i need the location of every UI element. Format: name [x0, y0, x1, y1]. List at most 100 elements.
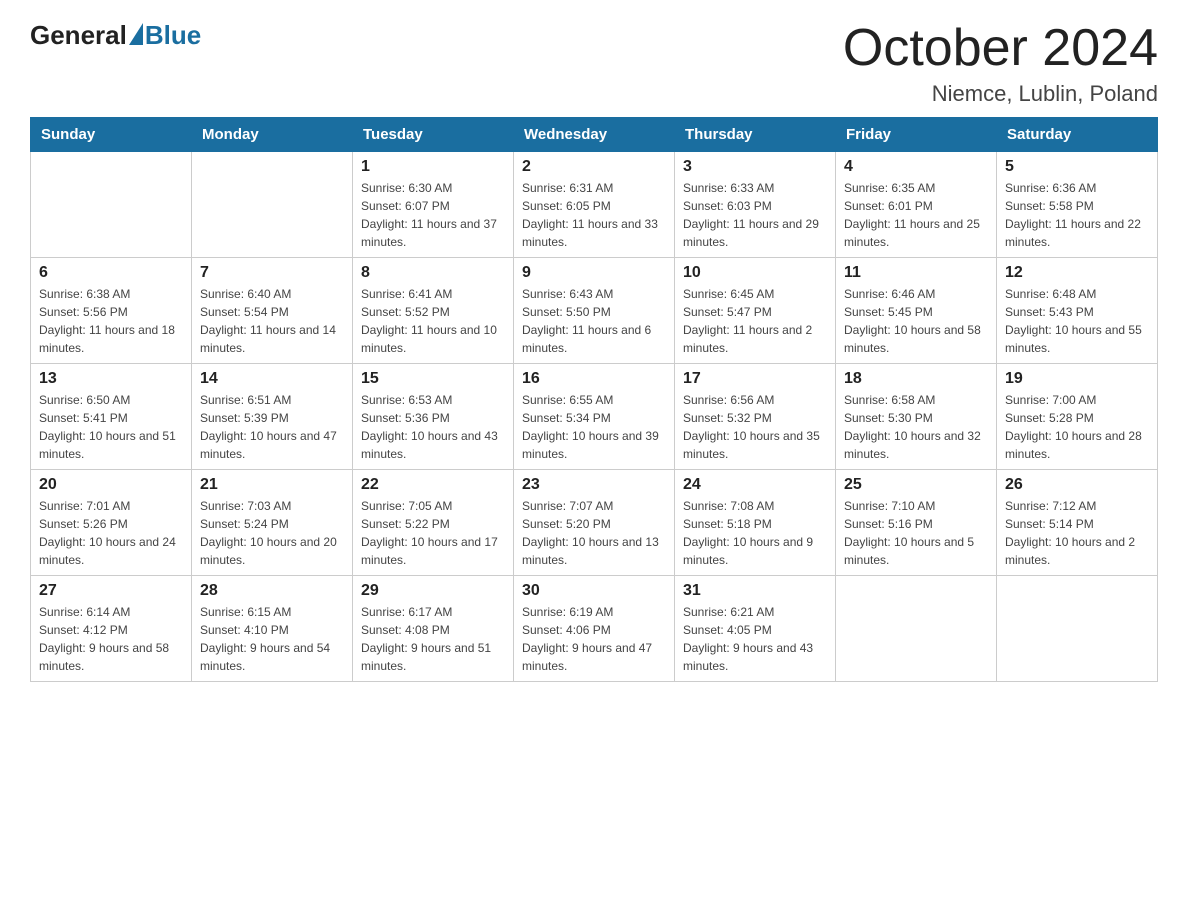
- logo-blue-text: Blue: [145, 20, 201, 51]
- calendar-cell: 2 Sunrise: 6:31 AMSunset: 6:05 PMDaylight…: [514, 152, 675, 258]
- title-area: October 2024 Niemce, Lublin, Poland: [843, 20, 1158, 107]
- day-number: 24: [683, 476, 827, 494]
- day-info: Sunrise: 7:12 AMSunset: 5:14 PMDaylight:…: [1005, 497, 1149, 569]
- day-number: 26: [1005, 476, 1149, 494]
- weekday-header-thursday: Thursday: [675, 118, 836, 152]
- day-info: Sunrise: 6:19 AMSunset: 4:06 PMDaylight:…: [522, 603, 666, 675]
- day-info: Sunrise: 6:40 AMSunset: 5:54 PMDaylight:…: [200, 285, 344, 357]
- logo-triangle-icon: [129, 23, 143, 45]
- day-number: 13: [39, 370, 183, 388]
- day-info: Sunrise: 7:03 AMSunset: 5:24 PMDaylight:…: [200, 497, 344, 569]
- calendar-table: SundayMondayTuesdayWednesdayThursdayFrid…: [30, 117, 1158, 682]
- calendar-cell: 11 Sunrise: 6:46 AMSunset: 5:45 PMDayligh…: [836, 258, 997, 364]
- day-info: Sunrise: 6:56 AMSunset: 5:32 PMDaylight:…: [683, 391, 827, 463]
- day-info: Sunrise: 6:53 AMSunset: 5:36 PMDaylight:…: [361, 391, 505, 463]
- calendar-cell: 3 Sunrise: 6:33 AMSunset: 6:03 PMDaylight…: [675, 152, 836, 258]
- day-info: Sunrise: 6:55 AMSunset: 5:34 PMDaylight:…: [522, 391, 666, 463]
- location-title: Niemce, Lublin, Poland: [843, 81, 1158, 107]
- page-header: General Blue October 2024 Niemce, Lublin…: [30, 20, 1158, 107]
- calendar-cell: 10Sunrise: 6:45 AMSunset: 5:47 PMDayligh…: [675, 258, 836, 364]
- day-info: Sunrise: 6:33 AMSunset: 6:03 PMDaylight:…: [683, 179, 827, 251]
- calendar-cell: 13 Sunrise: 6:50 AMSunset: 5:41 PMDayligh…: [31, 364, 192, 470]
- day-number: 8: [361, 264, 505, 282]
- logo-general-text: General: [30, 20, 127, 51]
- calendar-cell: 1Sunrise: 6:30 AMSunset: 6:07 PMDaylight…: [353, 152, 514, 258]
- weekday-header-row: SundayMondayTuesdayWednesdayThursdayFrid…: [31, 118, 1158, 152]
- day-number: 15: [361, 370, 505, 388]
- day-info: Sunrise: 6:43 AMSunset: 5:50 PMDaylight:…: [522, 285, 666, 357]
- calendar-cell: 7 Sunrise: 6:40 AMSunset: 5:54 PMDaylight…: [192, 258, 353, 364]
- calendar-cell: 28Sunrise: 6:15 AMSunset: 4:10 PMDayligh…: [192, 576, 353, 682]
- calendar-cell: [836, 576, 997, 682]
- calendar-cell: 19 Sunrise: 7:00 AMSunset: 5:28 PMDayligh…: [997, 364, 1158, 470]
- day-info: Sunrise: 6:15 AMSunset: 4:10 PMDaylight:…: [200, 603, 344, 675]
- day-number: 4: [844, 158, 988, 176]
- day-number: 18: [844, 370, 988, 388]
- day-info: Sunrise: 6:30 AMSunset: 6:07 PMDaylight:…: [361, 179, 505, 251]
- day-info: Sunrise: 6:50 AMSunset: 5:41 PMDaylight:…: [39, 391, 183, 463]
- calendar-cell: 6Sunrise: 6:38 AMSunset: 5:56 PMDaylight…: [31, 258, 192, 364]
- calendar-cell: 29 Sunrise: 6:17 AMSunset: 4:08 PMDayligh…: [353, 576, 514, 682]
- day-number: 20: [39, 476, 183, 494]
- day-number: 5: [1005, 158, 1149, 176]
- day-info: Sunrise: 6:58 AMSunset: 5:30 PMDaylight:…: [844, 391, 988, 463]
- day-number: 19: [1005, 370, 1149, 388]
- weekday-header-friday: Friday: [836, 118, 997, 152]
- day-info: Sunrise: 6:38 AMSunset: 5:56 PMDaylight:…: [39, 285, 183, 357]
- calendar-cell: 25Sunrise: 7:10 AMSunset: 5:16 PMDayligh…: [836, 470, 997, 576]
- calendar-cell: 30 Sunrise: 6:19 AMSunset: 4:06 PMDayligh…: [514, 576, 675, 682]
- day-number: 14: [200, 370, 344, 388]
- calendar-cell: 12Sunrise: 6:48 AMSunset: 5:43 PMDayligh…: [997, 258, 1158, 364]
- day-number: 21: [200, 476, 344, 494]
- calendar-cell: 21 Sunrise: 7:03 AMSunset: 5:24 PMDayligh…: [192, 470, 353, 576]
- calendar-cell: 22 Sunrise: 7:05 AMSunset: 5:22 PMDayligh…: [353, 470, 514, 576]
- day-info: Sunrise: 6:51 AMSunset: 5:39 PMDaylight:…: [200, 391, 344, 463]
- day-info: Sunrise: 7:08 AMSunset: 5:18 PMDaylight:…: [683, 497, 827, 569]
- day-number: 11: [844, 264, 988, 282]
- day-info: Sunrise: 6:41 AMSunset: 5:52 PMDaylight:…: [361, 285, 505, 357]
- weekday-header-saturday: Saturday: [997, 118, 1158, 152]
- day-number: 23: [522, 476, 666, 494]
- calendar-cell: [31, 152, 192, 258]
- calendar-cell: 23Sunrise: 7:07 AMSunset: 5:20 PMDayligh…: [514, 470, 675, 576]
- calendar-cell: 4 Sunrise: 6:35 AMSunset: 6:01 PMDaylight…: [836, 152, 997, 258]
- day-info: Sunrise: 6:17 AMSunset: 4:08 PMDaylight:…: [361, 603, 505, 675]
- day-number: 30: [522, 582, 666, 600]
- day-info: Sunrise: 6:35 AMSunset: 6:01 PMDaylight:…: [844, 179, 988, 251]
- logo: General Blue: [30, 20, 201, 51]
- calendar-cell: 26 Sunrise: 7:12 AMSunset: 5:14 PMDayligh…: [997, 470, 1158, 576]
- day-number: 27: [39, 582, 183, 600]
- day-info: Sunrise: 7:00 AMSunset: 5:28 PMDaylight:…: [1005, 391, 1149, 463]
- day-info: Sunrise: 6:14 AMSunset: 4:12 PMDaylight:…: [39, 603, 183, 675]
- day-info: Sunrise: 6:48 AMSunset: 5:43 PMDaylight:…: [1005, 285, 1149, 357]
- day-number: 7: [200, 264, 344, 282]
- day-number: 25: [844, 476, 988, 494]
- day-number: 29: [361, 582, 505, 600]
- day-number: 2: [522, 158, 666, 176]
- day-number: 16: [522, 370, 666, 388]
- calendar-cell: 16 Sunrise: 6:55 AMSunset: 5:34 PMDayligh…: [514, 364, 675, 470]
- calendar-cell: 9 Sunrise: 6:43 AMSunset: 5:50 PMDaylight…: [514, 258, 675, 364]
- calendar-cell: 31Sunrise: 6:21 AMSunset: 4:05 PMDayligh…: [675, 576, 836, 682]
- calendar-cell: 27 Sunrise: 6:14 AMSunset: 4:12 PMDayligh…: [31, 576, 192, 682]
- calendar-cell: [997, 576, 1158, 682]
- day-number: 22: [361, 476, 505, 494]
- day-number: 9: [522, 264, 666, 282]
- calendar-week-5: 27 Sunrise: 6:14 AMSunset: 4:12 PMDayligh…: [31, 576, 1158, 682]
- weekday-header-sunday: Sunday: [31, 118, 192, 152]
- day-info: Sunrise: 6:45 AMSunset: 5:47 PMDaylight:…: [683, 285, 827, 357]
- day-info: Sunrise: 6:46 AMSunset: 5:45 PMDaylight:…: [844, 285, 988, 357]
- day-number: 3: [683, 158, 827, 176]
- day-info: Sunrise: 6:36 AMSunset: 5:58 PMDaylight:…: [1005, 179, 1149, 251]
- weekday-header-tuesday: Tuesday: [353, 118, 514, 152]
- calendar-week-3: 13 Sunrise: 6:50 AMSunset: 5:41 PMDayligh…: [31, 364, 1158, 470]
- calendar-cell: 5 Sunrise: 6:36 AMSunset: 5:58 PMDaylight…: [997, 152, 1158, 258]
- calendar-cell: 18 Sunrise: 6:58 AMSunset: 5:30 PMDayligh…: [836, 364, 997, 470]
- calendar-week-2: 6Sunrise: 6:38 AMSunset: 5:56 PMDaylight…: [31, 258, 1158, 364]
- day-info: Sunrise: 7:05 AMSunset: 5:22 PMDaylight:…: [361, 497, 505, 569]
- day-info: Sunrise: 6:31 AMSunset: 6:05 PMDaylight:…: [522, 179, 666, 251]
- calendar-cell: 8 Sunrise: 6:41 AMSunset: 5:52 PMDaylight…: [353, 258, 514, 364]
- calendar-week-1: 1Sunrise: 6:30 AMSunset: 6:07 PMDaylight…: [31, 152, 1158, 258]
- month-title: October 2024: [843, 20, 1158, 77]
- day-number: 17: [683, 370, 827, 388]
